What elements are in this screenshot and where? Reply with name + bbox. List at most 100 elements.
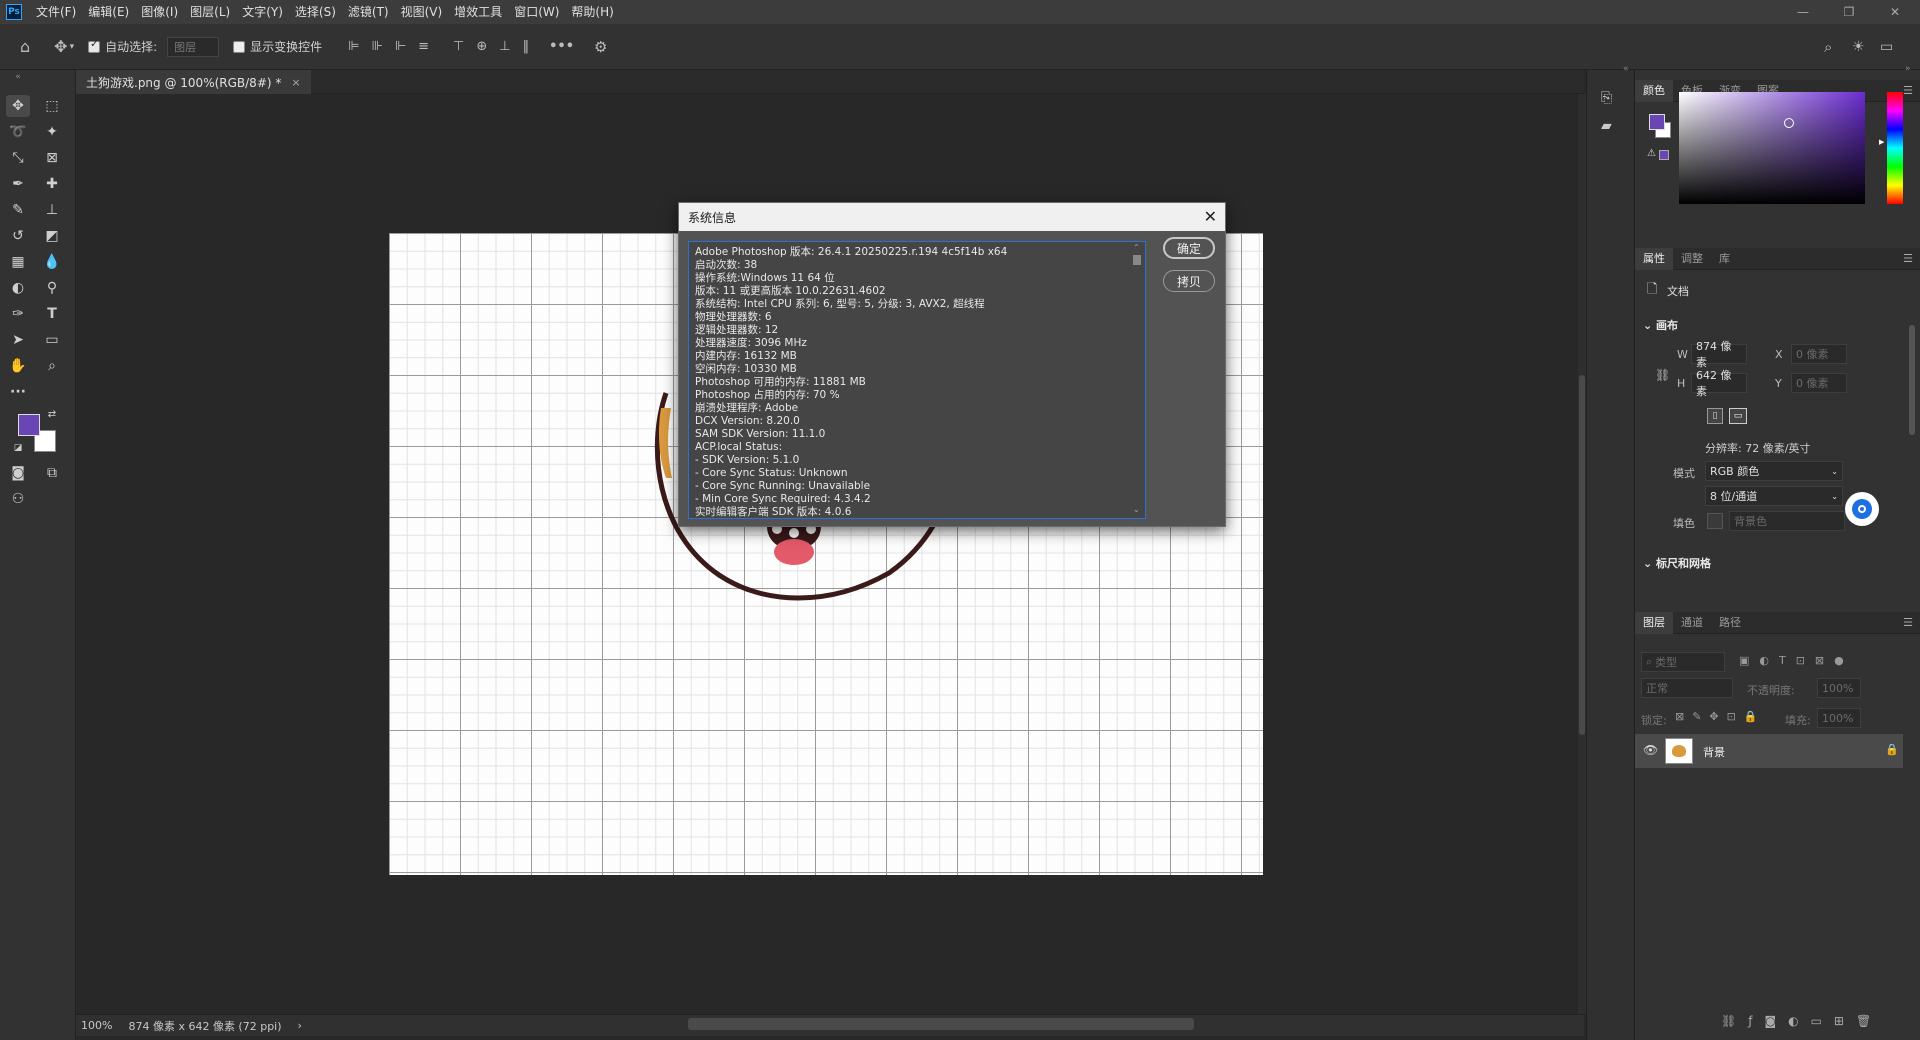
layer-actions-bar[interactable]: ⛓ƒ◙◐▭⊞🗑 [1721, 1014, 1883, 1028]
link-icon[interactable]: ⛓ [1655, 368, 1670, 382]
expand-icon[interactable]: « [1623, 64, 1629, 74]
panel-menu-icon[interactable]: ☰ [1903, 252, 1913, 265]
swap-colors-icon[interactable]: ⇄ [46, 408, 58, 420]
menu-layer[interactable]: 图层(L) [184, 0, 236, 24]
magic-wand-icon[interactable]: ✦ [40, 121, 64, 143]
lasso-tool-icon[interactable]: ➰ [6, 121, 30, 143]
align-top-icon[interactable]: ⊤ [453, 39, 464, 54]
close-icon[interactable]: ✕ [1204, 207, 1217, 226]
fill-dropdown[interactable]: 背景色 [1729, 511, 1845, 531]
type-tool-icon[interactable]: T [40, 303, 64, 325]
history-brush-icon[interactable]: ↺ [6, 225, 30, 247]
layer-filter-icons[interactable]: ▣◐T⊡⊠● [1739, 654, 1854, 667]
menu-view[interactable]: 视图(V) [395, 0, 449, 24]
tab-libraries[interactable]: 库 [1711, 248, 1738, 270]
brush-tool-icon[interactable]: ✎ [6, 199, 30, 221]
home-icon[interactable]: ⌂ [20, 37, 30, 56]
horizontal-scroll-thumb[interactable] [688, 1018, 1194, 1030]
menu-file[interactable]: 文件(F) [30, 0, 82, 24]
collapse-icon[interactable]: « [6, 72, 30, 82]
bit-depth-dropdown[interactable]: 8 位/通道 ⌄ [1705, 486, 1843, 506]
menu-plugins[interactable]: 增效工具 [448, 0, 508, 24]
layer-row[interactable]: 👁 背景 🔒 [1635, 734, 1903, 768]
rectangle-tool-icon[interactable]: ▭ [40, 329, 64, 351]
discover-icon[interactable]: ☀ [1852, 39, 1865, 55]
menu-help[interactable]: 帮助(H) [565, 0, 619, 24]
screen-mode-icon[interactable]: ⧉ [40, 462, 64, 484]
scroll-up-icon[interactable]: ⌃ [1133, 243, 1140, 252]
system-info-textarea[interactable]: Adobe Photoshop 版本: 26.4.1 20250225.r.19… [688, 241, 1146, 519]
object-select-icon[interactable]: ⤡ [6, 147, 30, 169]
marquee-tool-icon[interactable]: ⬚ [40, 95, 64, 117]
tab-channels[interactable]: 通道 [1673, 612, 1711, 634]
auto-select-checkbox[interactable]: 自动选择: [88, 38, 157, 55]
fill-opacity-field[interactable]: 100% [1817, 708, 1861, 728]
show-transform-checkbox[interactable]: 显示变换控件 [233, 38, 322, 55]
foreground-swatch[interactable] [1649, 114, 1665, 130]
hand-tool-icon[interactable]: ✋ [6, 355, 30, 377]
menu-edit[interactable]: 编辑(E) [82, 0, 135, 24]
menu-image[interactable]: 图像(I) [135, 0, 184, 24]
align-bottom-icon[interactable]: ⊥ [499, 39, 510, 54]
search-icon[interactable]: ⌕ [1824, 38, 1832, 56]
pen-tool-icon[interactable]: ✑ [6, 303, 30, 325]
eraser-icon[interactable]: ◩ [40, 225, 64, 247]
layer-name[interactable]: 背景 [1703, 744, 1725, 760]
opacity-field[interactable]: 100% [1817, 678, 1861, 698]
history-panel-icon[interactable]: ⎘ [1601, 90, 1612, 106]
panel-menu-icon[interactable]: ☰ [1903, 84, 1913, 97]
visibility-eye-icon[interactable]: 👁 [1643, 743, 1658, 757]
width-field[interactable]: 874 像素 [1691, 340, 1747, 369]
chevron-down-icon[interactable]: ▾ [70, 42, 75, 52]
status-menu-arrow[interactable]: › [298, 1019, 302, 1032]
landscape-icon[interactable]: ▭ [1729, 408, 1747, 424]
stamp-tool-icon[interactable]: ⊥ [40, 199, 64, 221]
rulers-section-header[interactable]: ⌄ 标尺和网格 [1643, 555, 1711, 571]
layer-filter-dropdown[interactable]: ⌕ 类型 [1641, 652, 1725, 672]
blend-mode-dropdown[interactable]: 正常 [1641, 678, 1733, 698]
tab-layers[interactable]: 图层 [1635, 611, 1673, 634]
blur-tool-icon[interactable]: 💧 [40, 251, 64, 273]
menu-filter[interactable]: 滤镜(T) [342, 0, 395, 24]
more-options-icon[interactable]: ••• [549, 39, 574, 54]
lock-icons[interactable]: ⊠✎✥⊡🔒 [1675, 710, 1766, 723]
align-left-icon[interactable]: ⊫ [348, 39, 359, 54]
comments-panel-icon[interactable]: ▰ [1601, 118, 1612, 134]
panel-menu-icon[interactable]: ☰ [1903, 616, 1913, 629]
menu-type[interactable]: 文字(Y) [236, 0, 289, 24]
tab-properties[interactable]: 属性 [1635, 247, 1673, 270]
web-safe-swatch[interactable] [1659, 150, 1669, 160]
workspace-icon[interactable]: ▭ [1880, 39, 1893, 55]
default-colors-icon[interactable]: ◪ [12, 442, 24, 454]
menu-select[interactable]: 选择(S) [289, 0, 342, 24]
distribute-icon[interactable]: ≡ [418, 39, 429, 54]
mode-dropdown[interactable]: RGB 颜色 ⌄ [1705, 461, 1843, 481]
close-tab-icon[interactable]: × [291, 76, 300, 89]
healing-brush-icon[interactable]: ✚ [40, 173, 64, 195]
document-tab[interactable]: 土狗游戏.png @ 100%(RGB/8#) * × [76, 70, 311, 94]
color-field[interactable] [1679, 92, 1865, 204]
collapse-panels-icon[interactable]: » [1905, 64, 1911, 74]
ok-button[interactable]: 确定 [1163, 237, 1215, 259]
menu-window[interactable]: 窗口(W) [508, 0, 565, 24]
move-tool-preset-icon[interactable]: ✥ [54, 37, 67, 56]
floating-assistant-button[interactable] [1845, 492, 1879, 526]
align-center-icon[interactable]: ⊪ [371, 39, 382, 54]
edit-toolbar-icon[interactable]: ⚇ [6, 488, 30, 510]
fill-swatch[interactable] [1707, 513, 1723, 529]
more-tools-icon[interactable]: ··· [6, 381, 30, 403]
canvas-section-header[interactable]: ⌄ 画布 [1643, 317, 1678, 333]
tab-color[interactable]: 颜色 [1635, 79, 1673, 102]
hue-slider-marker[interactable]: ▶ [1879, 138, 1884, 146]
height-field[interactable]: 642 像素 [1691, 369, 1747, 398]
zoom-lens-icon[interactable]: ⚲ [40, 277, 64, 299]
scroll-down-icon[interactable]: ⌄ [1133, 505, 1140, 514]
copy-button[interactable]: 拷贝 [1163, 270, 1215, 292]
gear-icon[interactable]: ⚙ [594, 38, 607, 56]
gamut-warning-icon[interactable]: ⚠ [1647, 148, 1656, 159]
eyedropper-icon[interactable]: ✒ [6, 173, 30, 195]
zoom-tool-icon[interactable]: ⌕ [40, 355, 64, 377]
lock-icon[interactable]: 🔒 [1885, 743, 1899, 756]
align-right-icon[interactable]: ⊩ [395, 39, 406, 54]
dialog-scroll-thumb[interactable] [1133, 255, 1141, 265]
